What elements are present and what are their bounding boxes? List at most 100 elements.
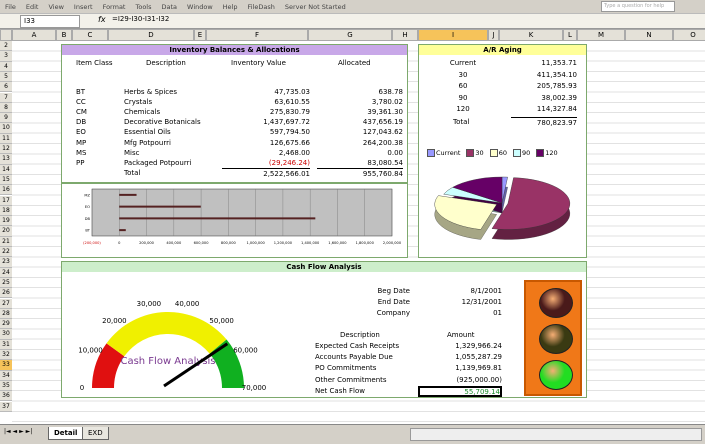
menu-item-edit[interactable]: Edit: [21, 3, 44, 11]
row-header-15[interactable]: 15: [0, 174, 12, 186]
company-value[interactable]: 01: [434, 308, 502, 318]
beg-date-label: Beg Date: [377, 287, 410, 295]
row-header-14[interactable]: 14: [0, 164, 12, 175]
pie-legend-entry: 60: [489, 149, 507, 157]
menu-item-file[interactable]: File: [0, 3, 21, 11]
cash-flow-gauge[interactable]: 0 10,000 20,000 30,000 40,000 50,000 60,000 70,…: [64, 276, 274, 396]
row-header-21[interactable]: 21: [0, 236, 12, 247]
row-header-16[interactable]: 16: [0, 185, 12, 196]
row-header-29[interactable]: 29: [0, 319, 12, 330]
row-header-33[interactable]: 33: [0, 360, 12, 371]
end-date-value[interactable]: 12/31/2001: [434, 297, 502, 307]
row-header-18[interactable]: 18: [0, 205, 12, 217]
ar-bucket-label: 90: [458, 93, 468, 102]
column-header-o[interactable]: O: [673, 29, 705, 41]
row-header-17[interactable]: 17: [0, 195, 12, 206]
row-header-28[interactable]: 28: [0, 308, 12, 320]
ar-total-amount: 780,823.97: [511, 117, 577, 128]
menu-item-server-not-started[interactable]: Server Not Started: [280, 3, 351, 11]
horizontal-scrollbar[interactable]: [410, 428, 702, 441]
row-header-7[interactable]: 7: [0, 92, 12, 103]
column-header-n[interactable]: N: [625, 29, 673, 41]
row-header-30[interactable]: 30: [0, 329, 12, 340]
column-header-j[interactable]: J: [488, 29, 499, 41]
beg-date-value[interactable]: 8/1/2001: [434, 286, 502, 296]
column-header-f[interactable]: F: [206, 29, 308, 41]
formula-input[interactable]: =I29-I30-I31-I32: [112, 15, 169, 23]
row-header-10[interactable]: 10: [0, 123, 12, 134]
column-header-a[interactable]: A: [12, 29, 56, 41]
row-header-19[interactable]: 19: [0, 216, 12, 227]
sheet-nav-arrows[interactable]: |◄ ◄ ► ►|: [4, 428, 32, 435]
legend-label: 120: [545, 149, 558, 157]
row-header-26[interactable]: 26: [0, 288, 12, 299]
row-header-27[interactable]: 27: [0, 298, 12, 309]
row-header-11[interactable]: 11: [0, 133, 12, 144]
traffic-light: [524, 280, 582, 396]
sheet-tab-bar: |◄ ◄ ► ►| Detail EXD: [0, 424, 705, 444]
row-header-8[interactable]: 8: [0, 102, 12, 114]
menu-item-format[interactable]: Format: [98, 3, 131, 11]
row-header-31[interactable]: 31: [0, 339, 12, 350]
column-header-i[interactable]: I: [418, 29, 488, 41]
sheet-tab-exd[interactable]: EXD: [82, 427, 109, 440]
row-header-25[interactable]: 25: [0, 277, 12, 289]
ar-bucket-label: 60: [458, 82, 468, 90]
column-header-l[interactable]: L: [563, 29, 577, 41]
net-cash-flow-amount[interactable]: 55,709.14: [418, 386, 502, 397]
column-header-b[interactable]: B: [56, 29, 72, 41]
menu-item-data[interactable]: Data: [157, 3, 183, 11]
row-header-3[interactable]: 3: [0, 51, 12, 62]
menu-item-filedash[interactable]: FileDash: [243, 3, 280, 11]
item-description-cell: Chemicals: [124, 108, 161, 117]
row-header-13[interactable]: 13: [0, 154, 12, 165]
bar: [119, 193, 137, 196]
row-header-34[interactable]: 34: [0, 370, 12, 381]
row-header-23[interactable]: 23: [0, 257, 12, 268]
menu-item-help[interactable]: Help: [218, 3, 243, 11]
inventory-chart-panel: (200,000) 0 200,000 400,000 600,000 800,000 1,…: [61, 183, 408, 258]
name-box[interactable]: I33: [20, 15, 80, 28]
row-header-32[interactable]: 32: [0, 350, 12, 361]
ar-bucket-label: 30: [458, 70, 468, 79]
y-tick-label: EO: [85, 205, 90, 209]
menu-item-view[interactable]: View: [43, 3, 68, 11]
row-header-2[interactable]: 2: [0, 41, 12, 52]
row-header-20[interactable]: 20: [0, 226, 12, 237]
inventory-value-cell: 597,794.50: [269, 128, 310, 137]
inventory-bar-chart[interactable]: (200,000) 0 200,000 400,000 600,000 800,000 1,…: [62, 184, 407, 257]
row-header-37[interactable]: 37: [0, 401, 12, 412]
column-header-k[interactable]: K: [499, 29, 563, 41]
menu-item-tools[interactable]: Tools: [130, 3, 156, 11]
row-header-22[interactable]: 22: [0, 247, 12, 258]
column-header-d[interactable]: D: [108, 29, 194, 41]
row-header-36[interactable]: 36: [0, 391, 12, 402]
row-header-24[interactable]: 24: [0, 267, 12, 278]
menu-item-insert[interactable]: Insert: [69, 3, 98, 11]
allocated-cell: 638.78: [378, 88, 404, 96]
row-header-9[interactable]: 9: [0, 113, 12, 124]
inventory-value-cell: 126,675.66: [269, 138, 310, 147]
gauge-tick-label: 0: [80, 384, 84, 392]
y-tick-label: BT: [85, 229, 90, 233]
column-header-g[interactable]: G: [308, 29, 392, 41]
ar-bucket-amount: 411,354.10: [536, 70, 577, 79]
ask-question-box[interactable]: Type a question for help: [601, 1, 675, 12]
ar-aging-pie-chart[interactable]: [427, 165, 577, 245]
row-header-5[interactable]: 5: [0, 71, 12, 83]
menu-item-window[interactable]: Window: [182, 3, 218, 11]
x-tick-label: 1,400,000: [301, 241, 320, 245]
column-header-m[interactable]: M: [577, 29, 625, 41]
row-header-6[interactable]: 6: [0, 82, 12, 93]
row-header-4[interactable]: 4: [0, 61, 12, 72]
column-header-e[interactable]: E: [194, 29, 206, 41]
inventory-value-cell: 2,468.00: [278, 148, 310, 157]
select-all-corner[interactable]: [0, 29, 12, 41]
sheet-tab-detail[interactable]: Detail: [48, 427, 84, 440]
bar: [119, 205, 201, 208]
column-header-c[interactable]: C: [72, 29, 108, 41]
allocated-cell: 3,780.02: [371, 98, 403, 107]
row-header-35[interactable]: 35: [0, 380, 12, 392]
column-header-h[interactable]: H: [392, 29, 418, 41]
row-header-12[interactable]: 12: [0, 144, 12, 155]
